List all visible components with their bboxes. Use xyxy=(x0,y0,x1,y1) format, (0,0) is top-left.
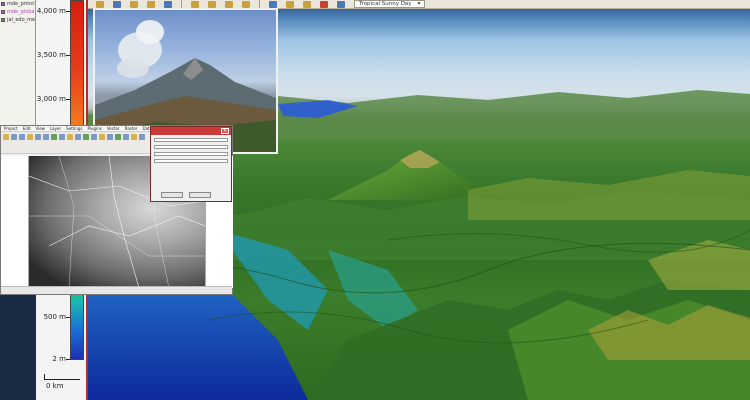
layer-label: mde_global xyxy=(7,9,35,15)
layers-panel: mde_princi mde_global jal_edo_mex xyxy=(0,0,36,130)
gis-status-bar xyxy=(1,286,232,294)
print-icon[interactable] xyxy=(19,134,25,140)
rotate-icon[interactable] xyxy=(147,0,155,8)
arrow-down-icon[interactable] xyxy=(242,0,250,8)
layer-label: mde_princi xyxy=(7,1,35,7)
layer-item[interactable]: mde_princi xyxy=(0,0,35,8)
dialog-titlebar[interactable]: × xyxy=(151,127,231,135)
elevation-tick: 500 m xyxy=(43,313,66,321)
scale-bar xyxy=(44,374,80,380)
tick-mark xyxy=(66,99,70,100)
menu-layer[interactable]: Layer xyxy=(50,126,61,131)
layer-swatch xyxy=(1,10,5,14)
tick-mark xyxy=(66,55,70,56)
add-layer-icon[interactable] xyxy=(91,134,97,140)
menu-plugins[interactable]: Plugins xyxy=(88,126,102,131)
add-vector-icon[interactable] xyxy=(107,134,113,140)
select-icon[interactable] xyxy=(75,134,81,140)
edit-icon[interactable] xyxy=(115,134,121,140)
elevation-tick: 3,500 m xyxy=(36,51,66,59)
layer-label: jal_edo_mex xyxy=(7,17,35,23)
close-icon[interactable]: × xyxy=(221,128,229,134)
menu-project[interactable]: Project xyxy=(4,126,18,131)
scale-label: 0 km xyxy=(46,382,64,390)
zoom-out-icon[interactable] xyxy=(43,134,49,140)
sky-preset-value: Tropical Sunny Day xyxy=(359,1,412,7)
menu-view[interactable]: View xyxy=(35,126,45,131)
python-icon[interactable] xyxy=(131,134,137,140)
add-raster-icon[interactable] xyxy=(99,134,105,140)
sky-preset-select[interactable]: Tropical Sunny Day ▾ xyxy=(354,0,426,8)
layer-item[interactable]: jal_edo_mex xyxy=(0,16,35,24)
cloud-icon[interactable] xyxy=(303,0,311,8)
measure-icon[interactable] xyxy=(83,134,89,140)
pan-icon[interactable] xyxy=(130,0,138,8)
elevation-tick: 2 m xyxy=(52,355,67,363)
elevation-tick: 4,000 m xyxy=(36,7,66,15)
sun-icon[interactable] xyxy=(286,0,294,8)
screenshot-root: Tropical Sunny Day ▾ 4,000 m 3,500 m 3,0… xyxy=(0,0,750,400)
dialog-input[interactable] xyxy=(154,145,228,149)
zoom-icon[interactable] xyxy=(113,0,121,8)
plugin-icon[interactable] xyxy=(139,134,145,140)
fog-icon[interactable] xyxy=(320,0,328,8)
zoom-in-icon[interactable] xyxy=(35,134,41,140)
layer-swatch xyxy=(1,2,5,6)
cancel-button[interactable] xyxy=(189,192,211,198)
tick-mark xyxy=(66,317,70,318)
toolbar-divider xyxy=(181,0,182,8)
gis-layers-panel[interactable] xyxy=(1,156,29,288)
layer-swatch xyxy=(1,18,5,22)
dialog-input[interactable] xyxy=(154,152,228,156)
tick-mark xyxy=(66,359,70,360)
dialog-input[interactable] xyxy=(154,138,228,142)
arrow-left-icon[interactable] xyxy=(191,0,199,8)
zoom-full-icon[interactable] xyxy=(51,134,57,140)
menu-edit[interactable]: Edit xyxy=(23,126,31,131)
settings-dialog[interactable]: × xyxy=(150,126,232,202)
dialog-body xyxy=(151,135,231,168)
layer-item[interactable]: mde_global xyxy=(0,8,35,16)
arrow-up-icon[interactable] xyxy=(225,0,233,8)
pan-icon[interactable] xyxy=(27,134,33,140)
camera-icon[interactable] xyxy=(337,0,345,8)
tick-mark xyxy=(66,11,70,12)
identify-icon[interactable] xyxy=(67,134,73,140)
chevron-down-icon: ▾ xyxy=(417,1,421,7)
toolbar-divider xyxy=(259,0,260,8)
arrow-right-icon[interactable] xyxy=(208,0,216,8)
elevation-tick: 3,000 m xyxy=(36,95,66,103)
label-icon[interactable] xyxy=(123,134,129,140)
menu-settings[interactable]: Settings xyxy=(66,126,82,131)
navigate-icon[interactable] xyxy=(96,0,104,8)
ok-button[interactable] xyxy=(161,192,183,198)
fly-icon[interactable] xyxy=(164,0,172,8)
save-project-icon[interactable] xyxy=(11,134,17,140)
light-icon[interactable] xyxy=(269,0,277,8)
menu-vector[interactable]: Vector xyxy=(107,126,120,131)
menu-raster[interactable]: Raster xyxy=(125,126,138,131)
refresh-icon[interactable] xyxy=(59,134,65,140)
open-project-icon[interactable] xyxy=(3,134,9,140)
dialog-button-row xyxy=(161,192,211,198)
dialog-input[interactable] xyxy=(154,159,228,163)
